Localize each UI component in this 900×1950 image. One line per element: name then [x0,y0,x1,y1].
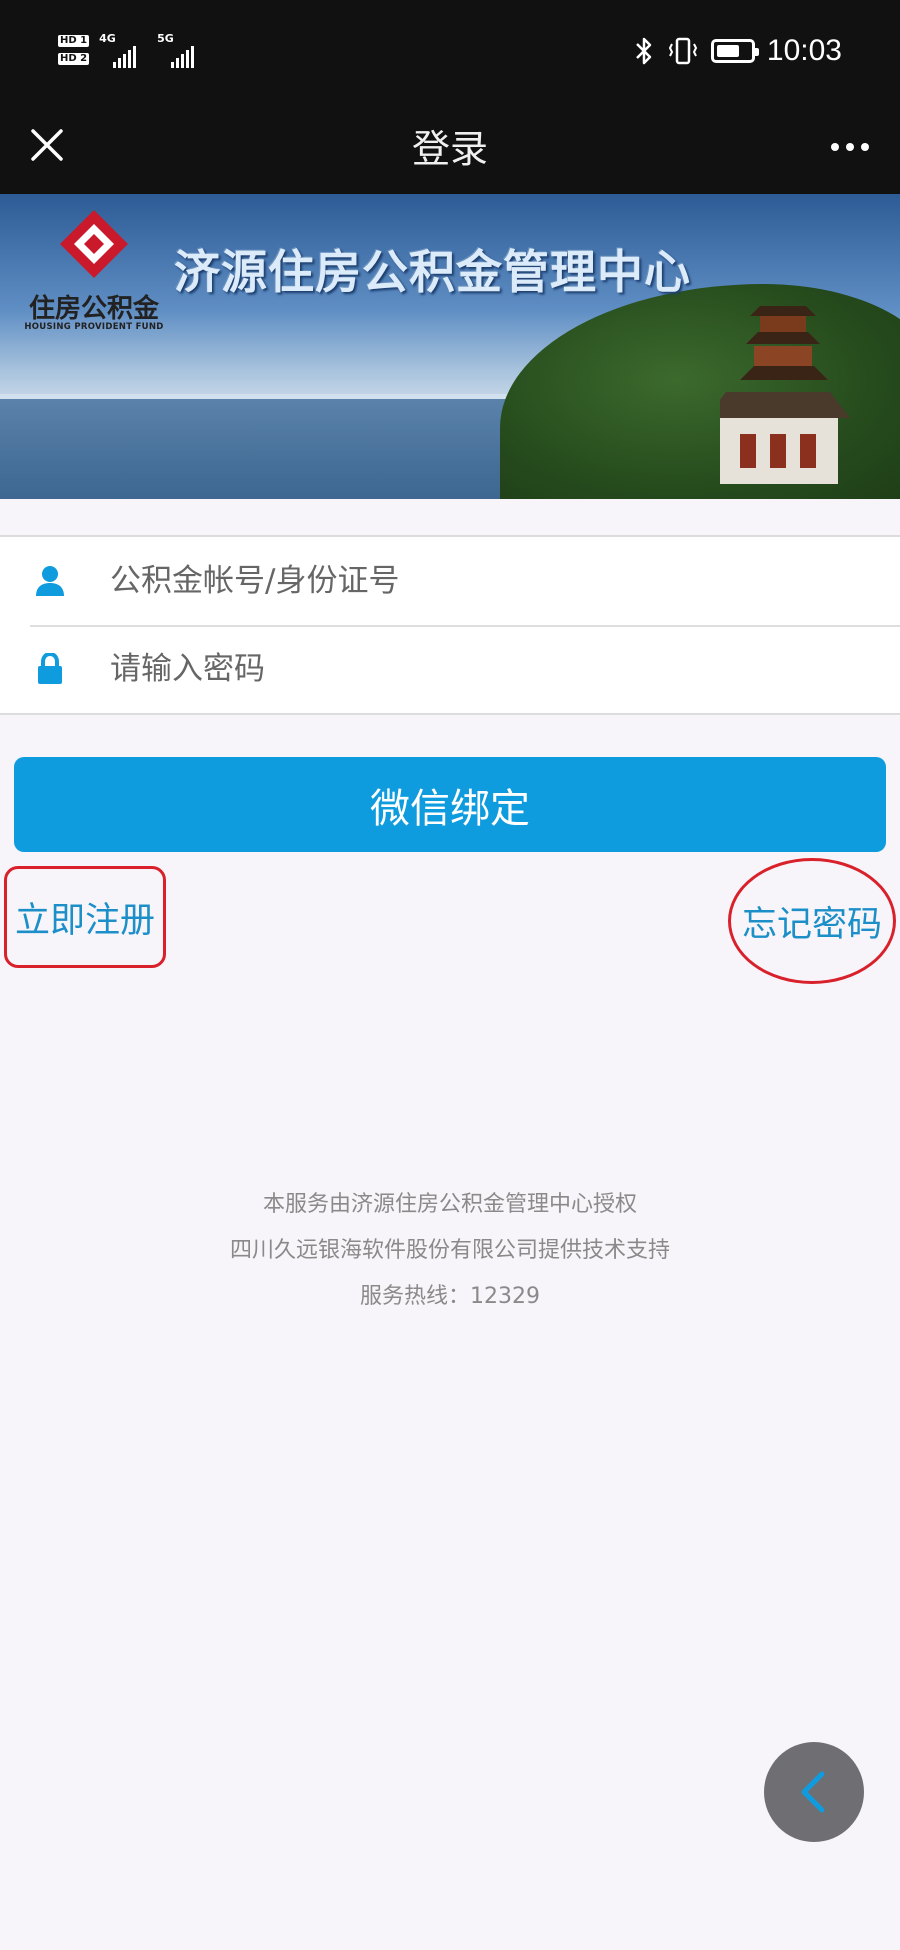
signal-bars-icon [113,46,137,68]
page-title: 登录 [411,127,488,171]
sim1-badge: HD 1 [58,35,90,47]
more-button[interactable] [820,122,880,172]
login-form [0,535,900,715]
vibrate-icon [668,37,698,65]
pagoda-illustration [720,306,850,484]
more-icon [831,143,839,151]
bluetooth-icon [636,37,652,65]
account-input[interactable] [108,551,868,611]
wechat-bind-button[interactable]: 微信绑定 [14,757,886,852]
battery-icon [710,39,759,63]
back-button[interactable] [764,1742,864,1842]
sim2-badge: HD 2 [58,53,90,65]
register-label: 立即注册 [14,900,155,941]
register-link[interactable]: 立即注册 [4,866,166,968]
password-input[interactable] [108,639,868,699]
sim-indicators: HD 1 HD 2 [58,35,90,65]
signal-area: HD 1 HD 2 4G 5G [58,22,205,78]
forgot-password-label: 忘记密码 [741,904,882,945]
clock: 10:03 [766,34,842,67]
footer-tech-support: 四川久远银海软件股份有限公司提供技术支持 [229,1238,670,1263]
signal-2: 5G [157,32,205,68]
network-type-1: 4G [99,32,116,45]
account-row [0,537,900,625]
network-type-2: 5G [157,32,174,45]
logo-text: 住房公积金 [28,294,159,324]
status-icons: 10:03 [633,28,842,74]
logo-subtext: HOUSING PROVIDENT FUND [24,322,164,332]
lock-icon [32,651,68,687]
banner: 住房公积金 HOUSING PROVIDENT FUND 济源住房公积金管理中心 [0,194,900,499]
more-icon [861,143,869,151]
sim2-label: HD 2 [58,53,90,65]
nav-bar: 登录 [0,100,900,194]
banner-title: 济源住房公积金管理中心 [174,245,691,299]
sim1-label: HD 1 [58,35,90,47]
footer-hotline: 服务热线：12329 [360,1284,540,1309]
signal-1: 4G [99,32,147,68]
password-row [0,625,900,713]
more-icon [846,143,854,151]
footer-authorization: 本服务由济源住房公积金管理中心授权 [262,1192,637,1217]
housing-fund-logo-icon [60,210,128,278]
chevron-left-icon [801,1771,825,1813]
user-icon [32,563,68,599]
housing-fund-logo: 住房公积金 HOUSING PROVIDENT FUND [14,206,174,336]
status-bar: HD 1 HD 2 4G 5G 10:03 [0,0,900,100]
forgot-password-link[interactable]: 忘记密码 [728,858,896,984]
signal-bars-icon [171,46,195,68]
